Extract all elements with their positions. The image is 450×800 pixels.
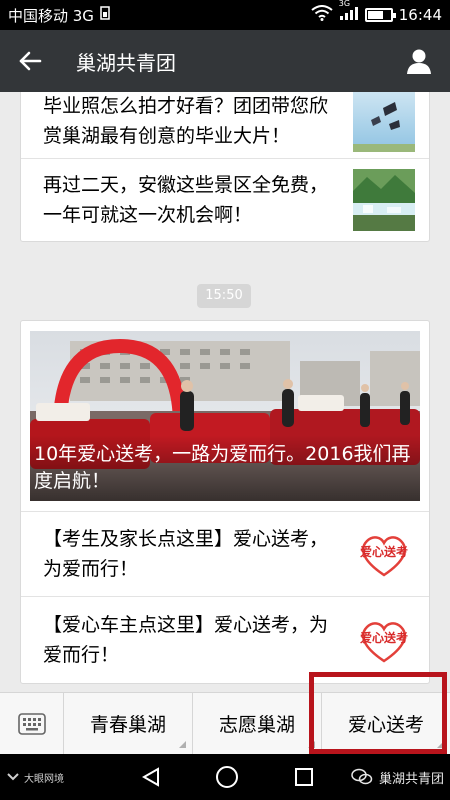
aixin-logo-thumbnail: 爱心送考 bbox=[353, 523, 415, 585]
clock: 16:44 bbox=[398, 6, 442, 24]
menu-item-zhiyuan[interactable]: 志愿巢湖 bbox=[193, 693, 322, 754]
article-card-top: 毕业照怎么拍才好看？团团带您欣赏巢湖最有创意的毕业大片！ 再过二天，安徽这些景区… bbox=[20, 92, 430, 242]
cover-article[interactable]: 10年爱心送考，一路为爱而行。2016我们再度启航！ bbox=[30, 331, 420, 501]
scenery-thumbnail bbox=[353, 169, 415, 231]
news-item[interactable]: 【考生及家长点这里】爱心送考，为爱而行！ 爱心送考 bbox=[21, 511, 429, 597]
nav-left-area: 大眼网境 bbox=[6, 770, 64, 785]
news-item-title: 【考生及家长点这里】爱心送考，为爱而行！ bbox=[43, 528, 329, 580]
menu-item-label: 爱心送考 bbox=[347, 714, 424, 736]
keyboard-toggle-button[interactable] bbox=[0, 693, 64, 754]
back-button[interactable] bbox=[0, 30, 60, 92]
menu-item-label: 青春巢湖 bbox=[89, 714, 166, 736]
menu-item-aixin[interactable]: 爱心送考 bbox=[322, 693, 450, 754]
message-timestamp: 15:50 bbox=[197, 284, 251, 308]
logo-text: 爱心送考 bbox=[359, 545, 408, 559]
article-row[interactable]: 再过二天，安徽这些景区全免费，一年可就这一次机会啊！ bbox=[21, 159, 429, 241]
person-icon bbox=[407, 49, 431, 74]
status-bar: 中国移动 3G 3G 16:44 bbox=[0, 0, 450, 30]
keyboard-icon bbox=[17, 712, 46, 735]
article-title: 再过二天，安徽这些景区全免费，一年可就这一次机会啊！ bbox=[43, 174, 329, 226]
battery-icon bbox=[364, 8, 396, 22]
back-arrow-icon bbox=[19, 51, 42, 71]
navigation-bar: 大眼网境 巢湖共青团 bbox=[0, 754, 450, 800]
news-item-title: 【爱心车主点这里】爱心送考，为爱而行！ bbox=[43, 614, 329, 666]
nav-back-button[interactable] bbox=[121, 754, 181, 800]
carrier-label: 中国移动 3G bbox=[8, 6, 94, 25]
profile-button[interactable] bbox=[388, 30, 450, 92]
signal-icon: 3G bbox=[339, 0, 359, 25]
battery-fill bbox=[367, 11, 383, 19]
submenu-indicator-icon bbox=[437, 741, 444, 748]
sim-icon bbox=[100, 6, 110, 24]
triangle-back-icon bbox=[141, 767, 159, 787]
article-title: 毕业照怎么拍才好看？团团带您欣赏巢湖最有创意的毕业大片！ bbox=[43, 94, 329, 147]
watermark-text: 巢湖共青团 bbox=[378, 771, 444, 787]
news-item[interactable]: 【爱心车主点这里】爱心送考，为爱而行！ 爱心送考 bbox=[21, 597, 429, 683]
circle-home-icon bbox=[216, 766, 239, 788]
square-recent-icon bbox=[295, 768, 314, 786]
aixin-logo-thumbnail: 爱心送考 bbox=[353, 609, 415, 671]
watermark: 巢湖共青团 bbox=[351, 768, 444, 787]
cover-caption: 10年爱心送考，一路为爱而行。2016我们再度启航！ bbox=[30, 435, 420, 501]
logo-text: 爱心送考 bbox=[359, 631, 408, 645]
article-row[interactable]: 毕业照怎么拍才好看？团团带您欣赏巢湖最有创意的毕业大片！ bbox=[21, 92, 429, 159]
nav-recent-button[interactable] bbox=[274, 754, 334, 800]
network-type-label: 3G bbox=[338, 0, 351, 8]
graduation-photo-thumbnail bbox=[353, 92, 415, 152]
wechat-logo-icon bbox=[351, 768, 373, 785]
nav-home-button[interactable] bbox=[197, 754, 257, 800]
menu-item-qingchun[interactable]: 青春巢湖 bbox=[64, 693, 193, 754]
submenu-indicator-icon bbox=[308, 741, 315, 748]
title-bar: 巢湖共青团 bbox=[0, 30, 450, 92]
page-title: 巢湖共青团 bbox=[76, 50, 176, 75]
news-card: 10年爱心送考，一路为爱而行。2016我们再度启航！ 【考生及家长点这里】爱心送… bbox=[20, 320, 430, 684]
nav-left-text: 大眼网境 bbox=[24, 773, 64, 785]
message-list[interactable]: 毕业照怎么拍才好看？团团带您欣赏巢湖最有创意的毕业大片！ 再过二天，安徽这些景区… bbox=[0, 92, 450, 692]
chevron-down-icon bbox=[7, 773, 19, 781]
custom-menu-bar: 青春巢湖 志愿巢湖 爱心送考 bbox=[0, 692, 450, 754]
wifi-icon bbox=[311, 5, 333, 25]
submenu-indicator-icon bbox=[179, 741, 186, 748]
menu-item-label: 志愿巢湖 bbox=[218, 714, 295, 736]
